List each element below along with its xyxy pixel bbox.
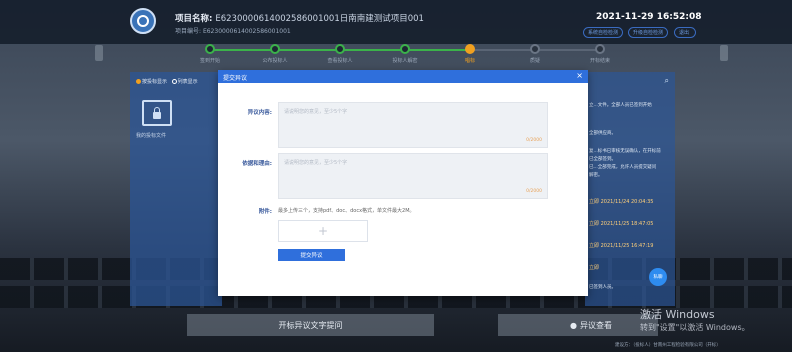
locked-folder-icon[interactable] (142, 100, 172, 126)
upload-button[interactable]: + (278, 220, 368, 242)
log-time: 立即 2021/11/25 16:47:19 (589, 243, 654, 249)
radio-by-bid[interactable]: 按投标显示 (136, 79, 167, 85)
log-text: 复...标书已审核无误确认，在开标前 (589, 149, 661, 154)
basis-reason-label: 依据和理由: (242, 161, 272, 167)
display-mode-radios: 按投标显示 列表显示 (136, 78, 198, 85)
wall-light (720, 45, 728, 61)
step-item: 质疑 (505, 44, 565, 64)
step-item: 查看投标人 (310, 44, 370, 64)
check-icon (205, 44, 215, 54)
logo-icon (130, 8, 156, 34)
modal-title: 提交异议 (223, 75, 248, 82)
progress-steps: 签到开始 公布投标人 查看投标人 投标人解密 唱标 质疑 开标结束 (180, 44, 620, 68)
upgrade-check-button[interactable]: 升级自检检测 (628, 27, 669, 38)
objection-view-button[interactable]: ● 异议查看 (498, 314, 658, 336)
project-name: 项目名称: E6230000614002586001001日南南建测试项目001 (175, 14, 424, 24)
char-count: 0/2000 (526, 189, 542, 194)
footer: 建设方：（投标人）甘南州工程检验有限公司（开标） (615, 343, 721, 348)
log-time: 立即 2021/11/25 18:47:05 (589, 221, 654, 227)
left-panel: 按投标显示 列表显示 我的投标文件 (130, 72, 222, 306)
search-icon[interactable]: ⌕ (665, 76, 669, 86)
datetime: 2021-11-29 16:52:08 (596, 12, 702, 22)
placeholder: 请说明您的意见，至少5个字 (284, 109, 348, 115)
pending-step-icon (530, 44, 540, 54)
attachment-label: 附件: (258, 209, 272, 215)
log-text: 已全部签到。 (589, 157, 616, 162)
plus-icon: + (317, 224, 329, 238)
radio-unchecked-icon (171, 79, 177, 84)
radio-list[interactable]: 列表显示 (171, 79, 198, 85)
log-text: 已...全部完成，允许人员提交疑问 (589, 165, 657, 170)
header: 项目名称: E6230000614002586001001日南南建测试项目001… (0, 0, 792, 44)
log-time: 立即 2021/11/24 20:04:35 (589, 199, 654, 205)
exit-button[interactable]: 退出 (674, 27, 696, 38)
submit-objection-button[interactable]: 提交异议 (278, 249, 345, 261)
placeholder: 请说明您的意见，至少5个字 (284, 160, 348, 166)
close-icon[interactable]: × (576, 71, 583, 80)
windows-watermark-sub: 转到"设置"以激活 Windows。 (640, 323, 750, 332)
pending-step-icon (595, 44, 605, 54)
attachment-hint: 最多上传三个，支持pdf、doc、docx格式，单文件最大2M。 (278, 208, 415, 214)
check-icon (400, 44, 410, 54)
text-question-button[interactable]: 开标异议文字提问 (187, 314, 434, 336)
log-text: 全部供应商。 (589, 131, 616, 136)
step-item: 公布投标人 (245, 44, 305, 64)
basis-reason-input[interactable]: 请说明您的意见，至少5个字 0/2000 (278, 153, 548, 199)
step-item: 投标人解密 (375, 44, 435, 64)
char-count: 0/2000 (526, 138, 542, 143)
objection-content-input[interactable]: 请说明您的意见，至少5个字 0/2000 (278, 102, 548, 148)
radio-checked-icon (136, 79, 141, 84)
wall-light (95, 45, 103, 61)
step-item-current: 唱标 (440, 44, 500, 64)
current-step-icon (465, 44, 475, 54)
log-time: 立即 (589, 265, 600, 271)
objection-content-label: 异议内容: (247, 110, 272, 116)
log-text: 立...文件。全部人员已签到开始 (589, 103, 652, 108)
chat-icon: ● (570, 320, 577, 330)
system-check-button[interactable]: 系统自检检测 (583, 27, 624, 38)
lock-icon (153, 106, 161, 119)
objection-modal: 提交异议 × 异议内容: 请说明您的意见，至少5个字 0/2000 依据和理由:… (218, 70, 588, 296)
chat-button[interactable]: 私聊 (649, 268, 667, 286)
log-text: 解密。 (589, 173, 603, 178)
windows-watermark: 激活 Windows (640, 308, 715, 321)
step-item: 签到开始 (180, 44, 240, 64)
step-item: 开标结束 (570, 44, 630, 64)
folder-label: 我的投标文件 (136, 133, 167, 139)
project-number: 项目编号: E6230000614002586001001 (175, 28, 291, 35)
log-text: 已签到人员。 (589, 285, 616, 290)
check-icon (335, 44, 345, 54)
check-icon (270, 44, 280, 54)
right-panel: ⌕ 立...文件。全部人员已签到开始 全部供应商。 复...标书已审核无误确认，… (585, 72, 675, 306)
modal-header: 提交异议 × (218, 70, 588, 83)
